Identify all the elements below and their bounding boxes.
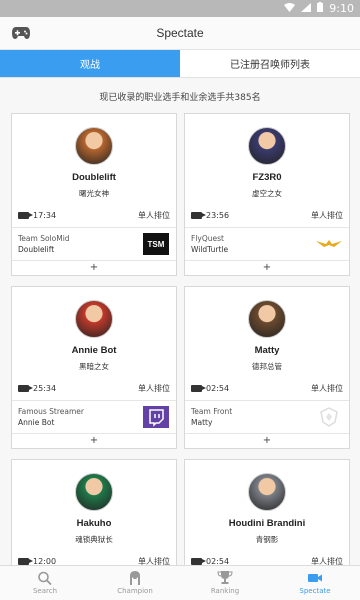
add-button[interactable]: + bbox=[12, 433, 176, 447]
game-meta: 25:34 单人排位 bbox=[12, 383, 176, 394]
search-icon bbox=[38, 571, 52, 585]
player-avatar bbox=[75, 127, 113, 165]
player-name: FZ3R0 bbox=[252, 172, 282, 183]
nav-spectate[interactable]: Spectate bbox=[270, 566, 360, 600]
team-info: Team Front Matty bbox=[185, 401, 349, 433]
game-meta: 02:54 单人排位 bbox=[185, 383, 349, 394]
player-avatar bbox=[75, 473, 113, 511]
tab-bar: 观战 已注册召唤师列表 bbox=[0, 50, 360, 78]
teamfront-logo bbox=[315, 406, 343, 428]
champion-name: 虚空之女 bbox=[252, 189, 282, 198]
flyquest-logo bbox=[315, 233, 343, 255]
tsm-logo: TSM bbox=[142, 233, 170, 255]
gamepad-icon[interactable] bbox=[12, 26, 30, 40]
champion-name: 德邦总管 bbox=[252, 362, 282, 371]
bottom-navigation: Search Champion Ranking Spectate bbox=[0, 565, 360, 600]
game-time: 02:54 bbox=[206, 384, 230, 393]
queue-type: 单人排位 bbox=[311, 211, 343, 220]
game-time: 25:34 bbox=[33, 384, 57, 393]
team-name: Team Front bbox=[191, 407, 233, 416]
signal-icon bbox=[301, 2, 312, 15]
battery-icon bbox=[317, 2, 324, 15]
player-card[interactable]: Matty 德邦总管 02:54 单人排位 Team Front Matty + bbox=[184, 286, 350, 449]
champion-name: 青钢影 bbox=[255, 535, 279, 544]
nav-ranking-label: Ranking bbox=[210, 587, 240, 595]
video-camera-icon bbox=[191, 385, 206, 392]
game-time-group: 25:34 bbox=[18, 384, 56, 393]
player-avatar bbox=[75, 300, 113, 338]
champion-name: 曙光女神 bbox=[79, 189, 109, 198]
team-player-name: Annie Bot bbox=[18, 418, 55, 427]
add-button[interactable]: + bbox=[12, 260, 176, 274]
svg-text:TSM: TSM bbox=[148, 240, 165, 249]
player-card[interactable]: Doublelift 曙光女神 17:34 单人排位 Team SoloMid … bbox=[11, 113, 177, 276]
team-player-name: WildTurtle bbox=[191, 245, 229, 254]
player-avatar bbox=[248, 473, 286, 511]
game-time-group: 02:54 bbox=[191, 384, 229, 393]
tab-spectate[interactable]: 观战 bbox=[0, 50, 180, 77]
team-player-name: Matty bbox=[191, 418, 213, 427]
trophy-icon bbox=[217, 571, 233, 584]
champion-icon bbox=[130, 571, 140, 585]
champion-name: 魂锁典狱长 bbox=[75, 535, 113, 544]
team-name: Team SoloMid bbox=[18, 234, 70, 243]
player-count-text: 现已收录的职业选手和业余选手共385名 bbox=[0, 78, 360, 113]
player-card[interactable]: Annie Bot 黑暗之女 25:34 单人排位 Famous Streame… bbox=[11, 286, 177, 449]
game-time: 17:34 bbox=[33, 211, 57, 220]
queue-type: 单人排位 bbox=[138, 384, 170, 393]
team-info: FlyQuest WildTurtle bbox=[185, 228, 349, 260]
player-name: Hakuho bbox=[76, 518, 112, 529]
nav-search[interactable]: Search bbox=[0, 566, 90, 600]
status-bar: 9:10 bbox=[0, 0, 360, 17]
app-bar: Spectate bbox=[0, 17, 360, 50]
team-name: Famous Streamer bbox=[18, 407, 84, 416]
team-player-name: Doublelift bbox=[18, 245, 55, 254]
game-time-group: 23:56 bbox=[191, 211, 229, 220]
page-title: Spectate bbox=[156, 26, 204, 40]
player-avatar bbox=[248, 300, 286, 338]
nav-spectate-label: Spectate bbox=[299, 587, 331, 595]
wifi-icon bbox=[284, 2, 296, 15]
video-camera-icon bbox=[191, 212, 206, 219]
video-camera-icon bbox=[18, 558, 33, 565]
player-name: Doublelift bbox=[72, 172, 116, 183]
team-info: Famous Streamer Annie Bot bbox=[12, 401, 176, 433]
player-name: Houdini Brandini bbox=[228, 518, 306, 529]
status-time: 9:10 bbox=[329, 2, 354, 15]
player-card-grid: Doublelift 曙光女神 17:34 单人排位 Team SoloMid … bbox=[0, 113, 360, 600]
queue-type: 单人排位 bbox=[311, 384, 343, 393]
add-button[interactable]: + bbox=[185, 433, 349, 447]
add-button[interactable]: + bbox=[185, 260, 349, 274]
player-name: Annie Bot bbox=[71, 345, 117, 356]
video-camera-icon bbox=[191, 558, 206, 565]
player-name: Matty bbox=[254, 345, 280, 356]
game-meta: 17:34 单人排位 bbox=[12, 210, 176, 221]
tab-registered-summoners[interactable]: 已注册召唤师列表 bbox=[180, 50, 360, 77]
nav-champion[interactable]: Champion bbox=[90, 566, 180, 600]
nav-ranking[interactable]: Ranking bbox=[180, 566, 270, 600]
game-time: 23:56 bbox=[206, 211, 230, 220]
nav-search-label: Search bbox=[32, 587, 58, 595]
video-camera-icon bbox=[18, 385, 33, 392]
team-info: Team SoloMid Doublelift TSM bbox=[12, 228, 176, 260]
champion-name: 黑暗之女 bbox=[79, 362, 109, 371]
player-avatar bbox=[248, 127, 286, 165]
game-meta: 23:56 单人排位 bbox=[185, 210, 349, 221]
queue-type: 单人排位 bbox=[138, 211, 170, 220]
video-camera-icon bbox=[308, 574, 322, 582]
game-time-group: 17:34 bbox=[18, 211, 56, 220]
team-name: FlyQuest bbox=[191, 234, 224, 243]
player-card[interactable]: FZ3R0 虚空之女 23:56 单人排位 FlyQuest WildTurtl… bbox=[184, 113, 350, 276]
twitch-logo bbox=[142, 406, 170, 428]
video-camera-icon bbox=[18, 212, 33, 219]
nav-champion-label: Champion bbox=[117, 587, 153, 595]
